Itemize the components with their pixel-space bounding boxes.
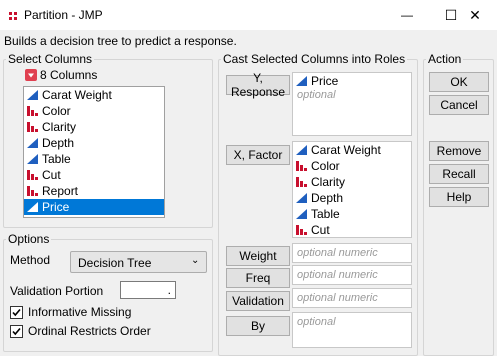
validation-portion-input[interactable]: . xyxy=(120,281,176,299)
column-list-item[interactable]: Cut xyxy=(24,167,164,183)
columns-count: 8 Columns xyxy=(40,68,98,82)
weight-button[interactable]: Weight xyxy=(226,246,290,266)
x-factor-button[interactable]: X, Factor xyxy=(226,145,290,165)
nominal-icon xyxy=(27,106,38,116)
x-factor-item[interactable]: Depth xyxy=(293,190,411,206)
columns-menu-icon[interactable] xyxy=(25,69,37,81)
x-factor-item-label: Clarity xyxy=(311,175,346,189)
columns-list[interactable]: Carat Weight Color Clarity Depth Table Cut Rep… xyxy=(23,86,165,218)
by-button[interactable]: By xyxy=(226,316,290,336)
continuous-icon xyxy=(296,193,307,203)
x-factor-box[interactable]: Carat Weight Color Clarity Depth Table Cut xyxy=(292,141,412,238)
freq-box[interactable]: optional numeric xyxy=(292,265,412,285)
column-list-item-label: Price xyxy=(42,200,70,214)
close-button[interactable]: ✕ xyxy=(453,0,497,30)
chevron-down-icon: ⌄ xyxy=(191,255,200,266)
by-box[interactable]: optional xyxy=(292,312,412,348)
continuous-icon xyxy=(296,209,307,219)
select-columns-legend: Select Columns xyxy=(8,52,93,66)
continuous-icon xyxy=(27,154,38,164)
nominal-icon xyxy=(296,177,307,187)
x-factor-item[interactable]: Clarity xyxy=(293,174,411,190)
y-response-item[interactable]: Price xyxy=(293,73,411,89)
x-factor-item-label: Cut xyxy=(311,223,330,237)
x-factor-item[interactable]: Cut xyxy=(293,222,411,238)
continuous-icon xyxy=(27,90,38,100)
help-button[interactable]: Help xyxy=(429,187,489,207)
x-factor-item[interactable]: Carat Weight xyxy=(293,142,411,158)
validation-box[interactable]: optional numeric xyxy=(292,288,412,308)
nominal-icon xyxy=(27,170,38,180)
roles-legend: Cast Selected Columns into Roles xyxy=(223,52,406,66)
nominal-icon xyxy=(27,122,38,132)
column-list-item[interactable]: Clarity xyxy=(24,119,164,135)
continuous-icon xyxy=(296,145,307,155)
method-label: Method xyxy=(10,253,51,267)
column-list-item-label: Report xyxy=(42,184,79,198)
column-list-item[interactable]: Report xyxy=(24,183,164,199)
x-factor-item-label: Color xyxy=(311,159,340,173)
nominal-icon xyxy=(27,186,38,196)
x-factor-item-label: Table xyxy=(311,207,340,221)
ok-button[interactable]: OK xyxy=(429,72,489,92)
weight-box[interactable]: optional numeric xyxy=(292,243,412,263)
column-list-item-label: Table xyxy=(42,152,71,166)
y-response-item-label: Price xyxy=(311,74,339,88)
dialog-subtitle: Builds a decision tree to predict a resp… xyxy=(4,34,237,48)
close-icon: ✕ xyxy=(469,6,481,23)
validation-portion-label: Validation Portion xyxy=(10,284,104,298)
minimize-icon: — xyxy=(401,8,413,22)
checkmark-icon xyxy=(12,327,21,336)
freq-button[interactable]: Freq xyxy=(226,268,290,288)
x-factor-item-label: Depth xyxy=(311,191,344,205)
column-list-item[interactable]: Price xyxy=(24,199,164,215)
nominal-icon xyxy=(296,161,307,171)
column-list-item[interactable]: Carat Weight xyxy=(24,87,164,103)
options-legend: Options xyxy=(8,232,50,246)
method-select[interactable]: Decision Tree ⌄ xyxy=(70,251,207,273)
column-list-item-label: Depth xyxy=(42,136,75,150)
checkmark-icon xyxy=(12,308,21,317)
informative-missing-checkbox[interactable] xyxy=(10,306,23,319)
minimize-button[interactable]: — xyxy=(385,0,429,30)
y-response-button[interactable]: Y, Response xyxy=(226,71,290,99)
recall-button[interactable]: Recall xyxy=(429,164,489,184)
action-legend: Action xyxy=(428,52,462,66)
method-value: Decision Tree xyxy=(78,256,152,270)
continuous-icon xyxy=(27,202,38,212)
nominal-icon xyxy=(296,225,307,235)
informative-missing-label: Informative Missing xyxy=(28,305,132,319)
ordinal-restricts-order-checkbox[interactable] xyxy=(10,325,23,338)
validation-button[interactable]: Validation xyxy=(226,291,290,311)
window-title: Partition - JMP xyxy=(24,8,103,22)
x-factor-item[interactable]: Table xyxy=(293,206,411,222)
column-list-item[interactable]: Depth xyxy=(24,135,164,151)
continuous-icon xyxy=(296,76,307,86)
column-list-item-label: Clarity xyxy=(42,120,77,134)
x-factor-item-label: Carat Weight xyxy=(311,143,381,157)
y-response-placeholder: optional xyxy=(297,89,336,101)
x-factor-item[interactable]: Color xyxy=(293,158,411,174)
column-list-item[interactable]: Table xyxy=(24,151,164,167)
cancel-button[interactable]: Cancel xyxy=(429,95,489,115)
continuous-icon xyxy=(27,138,38,148)
ordinal-restricts-order-label: Ordinal Restricts Order xyxy=(28,324,151,338)
column-list-item-label: Cut xyxy=(42,168,61,182)
column-list-item-label: Carat Weight xyxy=(42,88,112,102)
column-list-item[interactable]: Color xyxy=(24,103,164,119)
jmp-app-icon xyxy=(8,10,18,20)
column-list-item-label: Color xyxy=(42,104,71,118)
y-response-box[interactable]: Price optional xyxy=(292,72,412,136)
remove-button[interactable]: Remove xyxy=(429,141,489,161)
